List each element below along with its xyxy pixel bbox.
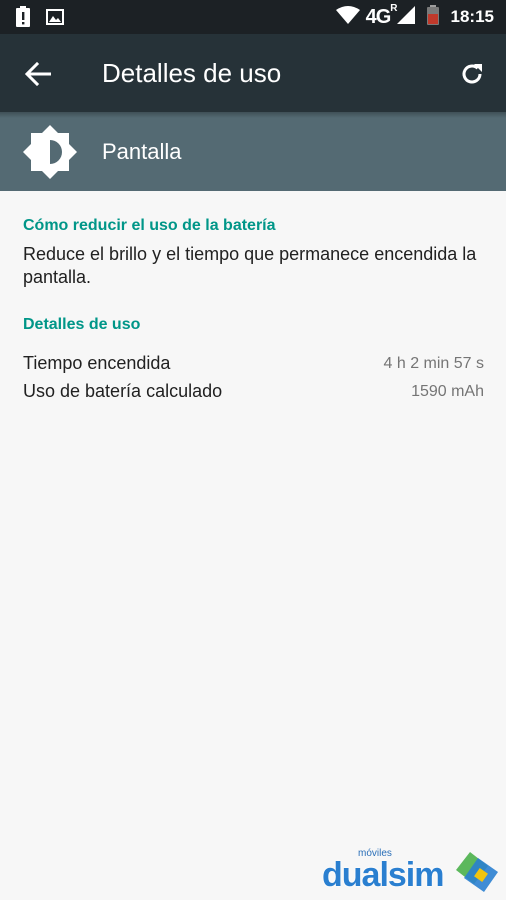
section-title-reduce: Cómo reducir el uso de la batería (23, 217, 276, 234)
watermark: móviles dualsim (322, 848, 502, 896)
status-bar: 4GR 18:15 (0, 0, 506, 34)
watermark-brand-text: dualsim (322, 856, 444, 894)
usage-row-value: 4 h 2 min 57 s (383, 355, 485, 372)
app-header: Pantalla (0, 112, 506, 191)
network-type: 4GR (365, 2, 398, 28)
wifi-icon (335, 5, 360, 29)
battery-icon (426, 4, 439, 30)
back-button[interactable] (20, 56, 56, 92)
toolbar: Detalles de uso (0, 34, 506, 112)
refresh-button[interactable] (454, 56, 490, 92)
arrow-back-icon (25, 62, 51, 86)
page-title: Detalles de uso (102, 58, 282, 88)
alert-icon (16, 6, 30, 33)
usage-row-screen-time: Tiempo encendida 4 h 2 min 57 s (23, 353, 484, 379)
clock: 18:15 (450, 7, 494, 26)
usage-row-label: Uso de batería calculado (23, 381, 223, 401)
status-left (16, 6, 80, 33)
section-title-details: Detalles de uso (23, 316, 141, 333)
usage-row-battery: Uso de batería calculado 1590 mAh (23, 381, 484, 407)
section-description-reduce: Reduce el brillo y el tiempo que permane… (23, 244, 477, 287)
status-right: 4GR 18:15 (335, 0, 494, 34)
brightness-icon (22, 124, 78, 180)
usage-row-label: Tiempo encendida (23, 353, 171, 373)
app-name: Pantalla (102, 139, 182, 164)
refresh-icon (462, 64, 482, 84)
sim-card-logo-icon (448, 850, 500, 899)
signal-icon (396, 5, 415, 29)
usage-row-value: 1590 mAh (411, 383, 484, 400)
image-icon (46, 9, 64, 30)
